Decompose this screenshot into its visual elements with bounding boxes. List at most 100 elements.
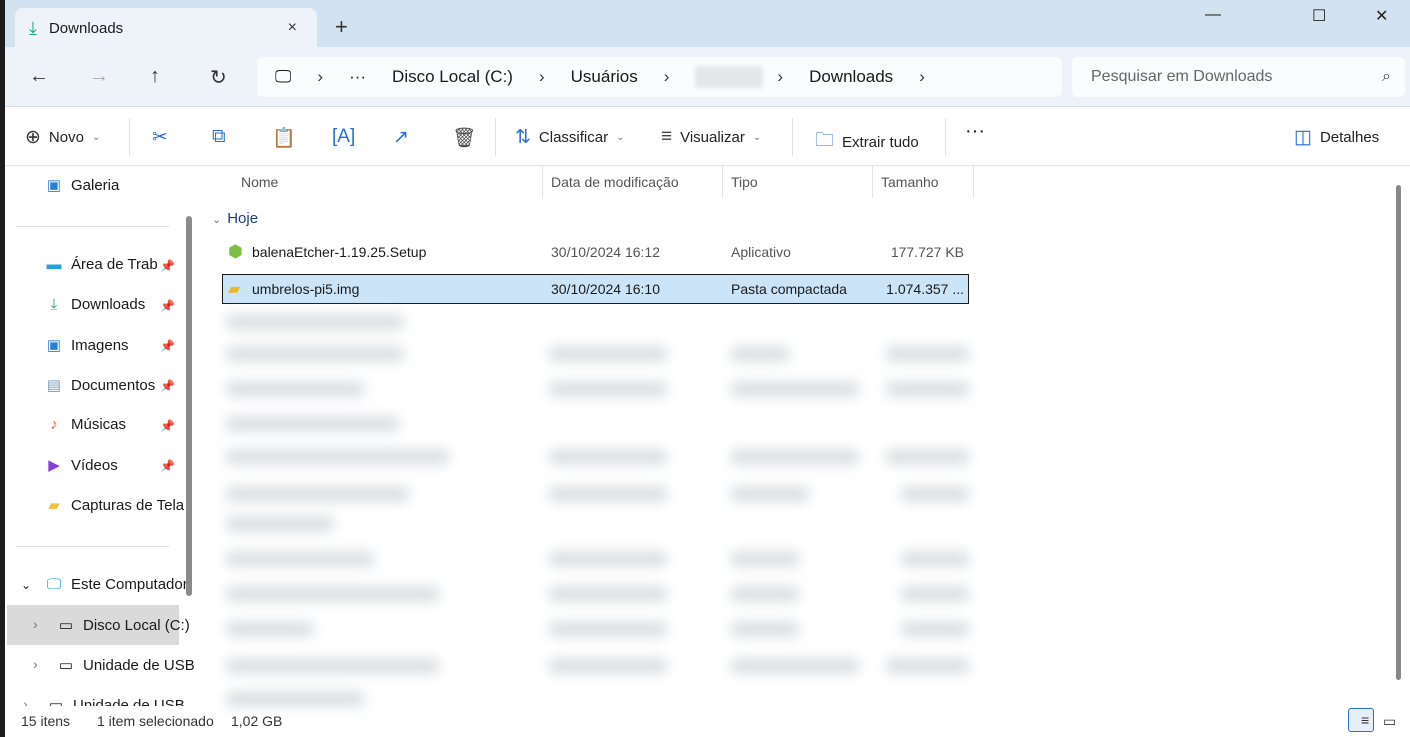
sidebar-item-este-computador[interactable]: 🖵 Este Computador [45, 576, 188, 593]
new-button[interactable]: ⊕ Novo ⌄ [25, 126, 100, 149]
close-window-button[interactable]: ✕ [1375, 6, 1388, 26]
delete-button[interactable]: 🗑 [452, 126, 476, 150]
refresh-icon[interactable]: ↻ [210, 65, 227, 90]
chevron-down-icon: ⌄ [616, 132, 625, 143]
file-list: Nome Data de modificação Tipo Tamanho ⌄ H… [200, 166, 1400, 707]
column-header-size[interactable]: Tamanho [873, 166, 974, 198]
cut-button[interactable]: ✂ [152, 126, 168, 149]
group-header-hoje[interactable]: ⌄ Hoje [212, 210, 258, 227]
breadcrumb-downloads[interactable]: Downloads [809, 67, 893, 87]
view-button[interactable]: ≡ Visualizar ⌄ [661, 126, 761, 148]
pin-icon[interactable]: 📌 [160, 419, 175, 433]
chevron-right-icon[interactable]: › [23, 696, 28, 706]
details-view-button[interactable]: ≡ [1348, 708, 1374, 732]
monitor-icon: 🖵 [46, 576, 62, 593]
file-row[interactable]: ⬢ balenaEtcher-1.19.25.Setup 30/10/2024 … [222, 237, 969, 267]
download-icon: ⤓ [50, 296, 58, 313]
search-placeholder: Pesquisar em Downloads [1091, 68, 1273, 85]
group-label: Hoje [227, 210, 259, 227]
breadcrumb-redacted-user[interactable] [695, 66, 764, 88]
back-icon[interactable]: ← [29, 65, 49, 88]
paste-button[interactable]: 📋 [272, 126, 296, 150]
command-bar: ⊕ Novo ⌄ ✂ ⧉ 📋 [A] ↗ 🗑 ⇅ Classificar ⌄ ≡ Visu… [5, 108, 1410, 166]
breadcrumb-usuarios[interactable]: Usuários [571, 67, 638, 87]
sidebar-item-downloads[interactable]: ⤓ Downloads [45, 296, 146, 313]
chevron-right-icon[interactable]: › [919, 67, 925, 87]
sidebar-label: Músicas [71, 416, 127, 433]
selection-count: 1 item selecionado [97, 713, 214, 729]
sidebar-label: Downloads [71, 296, 146, 313]
chevron-down-icon[interactable]: ⌄ [21, 578, 31, 592]
share-icon: ↗ [393, 127, 409, 148]
pin-icon[interactable]: 📌 [160, 339, 175, 353]
chevron-right-icon: › [777, 67, 784, 86]
sidebar-item-imagens[interactable]: ▣ Imagens [45, 336, 129, 355]
details-label: Detalhes [1319, 129, 1380, 146]
close-tab-button[interactable]: × [288, 19, 297, 37]
gallery-icon: ▣ [46, 177, 62, 194]
maximize-button[interactable]: ☐ [1312, 6, 1326, 26]
minimize-button[interactable]: — [1205, 6, 1221, 24]
sidebar-item-usb-1[interactable]: ▭ Unidade de USB [57, 656, 195, 675]
sidebar-item-videos[interactable]: ▶ Vídeos [45, 456, 117, 475]
divider [17, 226, 169, 227]
search-input[interactable]: Pesquisar em Downloads ⌕ [1072, 57, 1405, 97]
file-list-scrollbar[interactable] [1396, 185, 1401, 680]
chevron-right-icon[interactable]: › [33, 656, 38, 672]
desktop-icon: ▬ [46, 256, 62, 273]
tab-downloads[interactable]: ⤓ Downloads × [15, 8, 317, 48]
extract-all-button[interactable]: 🗀 Extrair tudo [815, 126, 919, 158]
file-name: umbrelos-pi5.img [252, 281, 360, 297]
pin-icon[interactable]: 📌 [160, 459, 175, 473]
drive-icon: ▭ [48, 697, 64, 706]
sidebar-scrollbar[interactable] [186, 216, 192, 596]
sidebar-item-capturas[interactable]: ▰ Capturas de Tela [45, 496, 184, 515]
up-icon[interactable]: ↑ [150, 65, 160, 88]
chevron-right-icon[interactable]: › [33, 616, 38, 632]
scissors-icon: ✂ [152, 127, 168, 148]
address-bar[interactable]: 🖵 › ··· Disco Local (C:) › Usuários › › … [257, 57, 1062, 97]
sidebar-item-galeria[interactable]: ▣ Galeria [45, 176, 119, 195]
sidebar-item-documentos[interactable]: ▤ Documentos [45, 376, 155, 395]
download-icon: ⤓ [29, 17, 37, 38]
list-view-icon: ≡ [661, 126, 673, 147]
divider [129, 118, 130, 156]
pin-icon[interactable]: 📌 [160, 379, 175, 393]
navigation-pane: ▣ Galeria ▬ Área de Trab ⤓ Downloads ▣ Image… [5, 166, 197, 706]
breadcrumb-overflow[interactable]: ··· [349, 67, 366, 87]
extract-icon: 🗀 [815, 130, 835, 151]
new-tab-button[interactable]: + [335, 14, 348, 40]
sort-icon: ⇅ [515, 127, 531, 148]
column-label: Nome [241, 174, 279, 190]
column-header-modified[interactable]: Data de modificação [543, 166, 723, 198]
paste-icon: 📋 [272, 128, 296, 149]
pin-icon[interactable]: 📌 [160, 299, 175, 313]
sort-button[interactable]: ⇅ Classificar ⌄ [515, 126, 625, 149]
file-modified: 30/10/2024 16:10 [551, 281, 660, 297]
rename-button[interactable]: [A] [332, 126, 355, 148]
sidebar-item-musicas[interactable]: ♪ Músicas [45, 416, 126, 433]
file-row-selected[interactable]: ▰ umbrelos-pi5.img 30/10/2024 16:10 Past… [222, 274, 969, 304]
chevron-right-icon: › [538, 67, 545, 86]
pin-icon[interactable]: 📌 [160, 259, 175, 273]
forward-icon[interactable]: → [89, 65, 109, 88]
chevron-down-icon: ⌄ [212, 214, 222, 226]
column-header-name[interactable]: Nome [233, 166, 543, 198]
drive-icon: ▭ [58, 617, 74, 634]
sidebar-item-usb-2[interactable]: ▭ Unidade de USB [47, 696, 185, 707]
details-button[interactable]: ◫ Detalhes [1294, 126, 1379, 149]
selection-size: 1,02 GB [231, 713, 283, 729]
more-options-button[interactable]: ··· [965, 120, 985, 143]
details-pane-icon: ◫ [1294, 127, 1312, 148]
computer-icon: 🖵 [275, 67, 292, 86]
column-header-type[interactable]: Tipo [723, 166, 873, 198]
breadcrumb-disco-local[interactable]: Disco Local (C:) [392, 67, 513, 87]
share-button[interactable]: ↗ [393, 126, 409, 149]
copy-button[interactable]: ⧉ [212, 126, 226, 148]
more-icon: ··· [965, 120, 985, 142]
sidebar-item-disco-local[interactable]: ▭ Disco Local (C:) [57, 616, 190, 635]
sort-label: Classificar [538, 129, 609, 146]
sidebar-label: Área de Trab [71, 256, 158, 273]
tab-title: Downloads [48, 19, 124, 37]
sidebar-item-desktop[interactable]: ▬ Área de Trab [45, 256, 158, 273]
